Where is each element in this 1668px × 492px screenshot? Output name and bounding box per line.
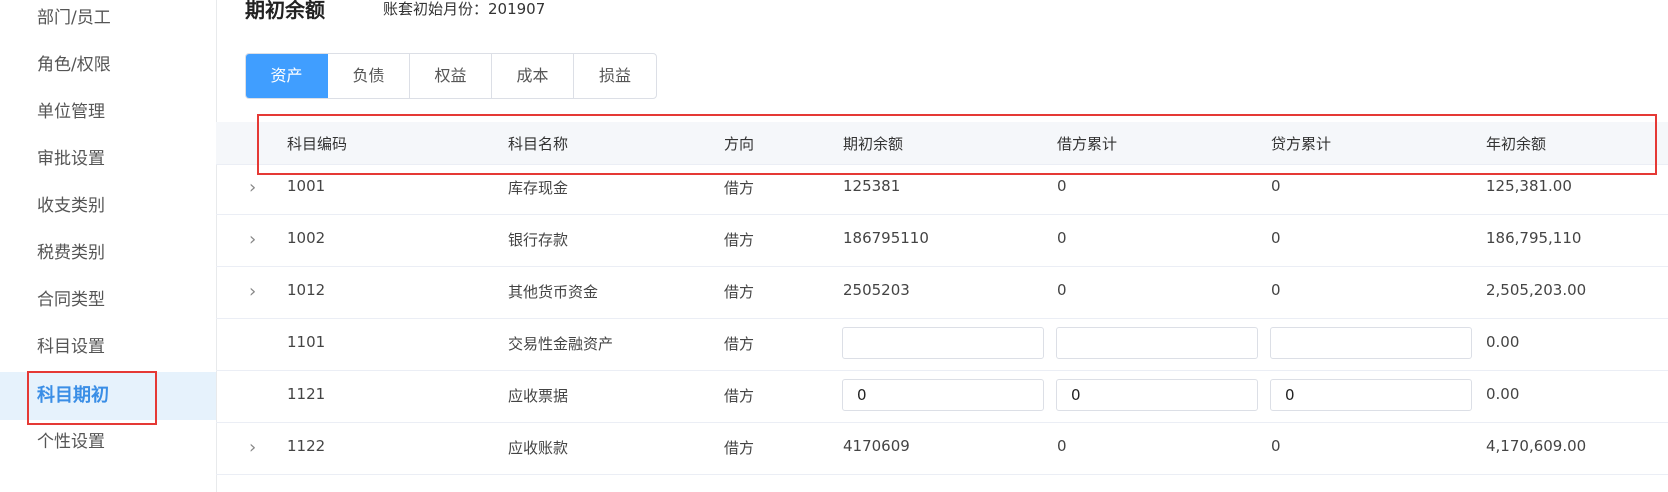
table-row: › 1012 其他货币资金 借方 2505203 0 0 2,505,203.0…	[216, 267, 1668, 319]
column-header-opening: 期初余额	[843, 135, 904, 153]
cell-direction: 借方	[724, 283, 755, 301]
tab-liabilities[interactable]: 负债	[328, 54, 410, 98]
cell-opening: 186795110	[843, 229, 929, 247]
sidebar-item-departments[interactable]: 部门/员工	[0, 0, 216, 42]
page-title: 期初余额	[245, 0, 325, 22]
cell-direction: 借方	[724, 231, 755, 249]
column-header-name: 科目名称	[508, 135, 569, 153]
cell-direction: 借方	[724, 335, 755, 353]
column-header-direction: 方向	[724, 135, 755, 153]
cell-debit: 0	[1057, 177, 1067, 195]
sidebar-item-label: 角色/权限	[37, 55, 111, 75]
sidebar-item-contract[interactable]: 合同类型	[0, 276, 216, 324]
cell-name: 库存现金	[508, 179, 569, 197]
cell-credit: 0	[1271, 177, 1281, 195]
sidebar-item-label: 科目设置	[37, 337, 105, 357]
table-row: › 1002 银行存款 借方 186795110 0 0 186,795,110	[216, 215, 1668, 267]
opening-balance-input[interactable]	[842, 327, 1044, 359]
column-header-debit: 借方累计	[1057, 135, 1118, 153]
cell-year-opening: 2,505,203.00	[1486, 281, 1587, 299]
sidebar-item-label: 个性设置	[37, 432, 105, 452]
table-row: › 1122 应收账款 借方 4170609 0 0 4,170,609.00	[216, 423, 1668, 475]
cell-year-opening: 4,170,609.00	[1486, 437, 1587, 455]
sidebar-item-label: 部门/员工	[37, 8, 111, 28]
expand-icon[interactable]: ›	[249, 177, 256, 198]
cell-credit: 0	[1271, 229, 1281, 247]
sidebar-item-income-expense[interactable]: 收支类别	[0, 182, 216, 230]
credit-total-input[interactable]	[1270, 379, 1472, 411]
column-header-year-opening: 年初余额	[1486, 135, 1547, 153]
cell-name: 应收账款	[508, 439, 569, 457]
tab-profit-loss[interactable]: 损益	[574, 54, 656, 98]
table-row: 1101 交易性金融资产 借方 0.00	[216, 319, 1668, 371]
cell-opening: 2505203	[843, 281, 910, 299]
cell-name: 其他货币资金	[508, 283, 599, 301]
column-header-code: 科目编码	[287, 135, 348, 153]
cell-credit: 0	[1271, 281, 1281, 299]
expand-icon[interactable]: ›	[249, 229, 256, 250]
cell-name: 应收票据	[508, 387, 569, 405]
cell-debit: 0	[1057, 437, 1067, 455]
sidebar-item-label: 单位管理	[37, 102, 105, 122]
sidebar-item-tax[interactable]: 税费类别	[0, 229, 216, 277]
cell-code: 1002	[287, 229, 326, 247]
cell-opening: 125381	[843, 177, 901, 195]
sidebar-item-subjects[interactable]: 科目设置	[0, 323, 216, 371]
tab-equity[interactable]: 权益	[410, 54, 492, 98]
cell-year-opening: 0.00	[1486, 333, 1520, 351]
expand-icon[interactable]: ›	[249, 281, 256, 302]
sidebar-item-subject-opening[interactable]: 科目期初	[0, 372, 216, 420]
sidebar-item-label: 税费类别	[37, 243, 105, 263]
tab-assets[interactable]: 资产	[246, 54, 328, 98]
cell-year-opening: 125,381.00	[1486, 177, 1572, 195]
cell-name: 交易性金融资产	[508, 335, 614, 353]
debit-total-input[interactable]	[1056, 327, 1258, 359]
table-row: 1121 应收票据 借方 0.00	[216, 371, 1668, 423]
sidebar-item-roles[interactable]: 角色/权限	[0, 41, 216, 89]
debit-total-input[interactable]	[1056, 379, 1258, 411]
sidebar-item-personal[interactable]: 个性设置	[0, 418, 216, 466]
cell-credit: 0	[1271, 437, 1281, 455]
sidebar-item-label: 收支类别	[37, 196, 105, 216]
sidebar: 部门/员工 角色/权限 单位管理 审批设置 收支类别 税费类别 合同类型 科目设…	[0, 0, 217, 492]
cell-debit: 0	[1057, 281, 1067, 299]
cell-code: 1121	[287, 385, 326, 403]
cell-year-opening: 186,795,110	[1486, 229, 1582, 247]
cell-direction: 借方	[724, 439, 755, 457]
cell-year-opening: 0.00	[1486, 385, 1520, 403]
sidebar-item-units[interactable]: 单位管理	[0, 88, 216, 136]
column-header-credit: 贷方累计	[1271, 135, 1332, 153]
cell-code: 1001	[287, 177, 326, 195]
cell-direction: 借方	[724, 179, 755, 197]
cell-debit: 0	[1057, 229, 1067, 247]
sidebar-item-approval[interactable]: 审批设置	[0, 135, 216, 183]
category-tabs: 资产 负债 权益 成本 损益	[245, 53, 657, 99]
cell-code: 1122	[287, 437, 326, 455]
opening-balance-input[interactable]	[842, 379, 1044, 411]
tab-cost[interactable]: 成本	[492, 54, 574, 98]
expand-icon[interactable]: ›	[249, 437, 256, 458]
sidebar-item-label: 合同类型	[37, 290, 105, 310]
cell-code: 1012	[287, 281, 326, 299]
credit-total-input[interactable]	[1270, 327, 1472, 359]
cell-direction: 借方	[724, 387, 755, 405]
sidebar-item-label: 审批设置	[37, 149, 105, 169]
initial-month-label: 账套初始月份：201907	[383, 0, 546, 18]
cell-opening: 4170609	[843, 437, 910, 455]
sidebar-item-label: 科目期初	[37, 385, 109, 406]
cell-name: 银行存款	[508, 231, 569, 249]
table-header: 科目编码 科目名称 方向 期初余额 借方累计 贷方累计 年初余额	[216, 122, 1668, 165]
table-row: › 1001 库存现金 借方 125381 0 0 125,381.00	[216, 163, 1668, 215]
cell-code: 1101	[287, 333, 326, 351]
